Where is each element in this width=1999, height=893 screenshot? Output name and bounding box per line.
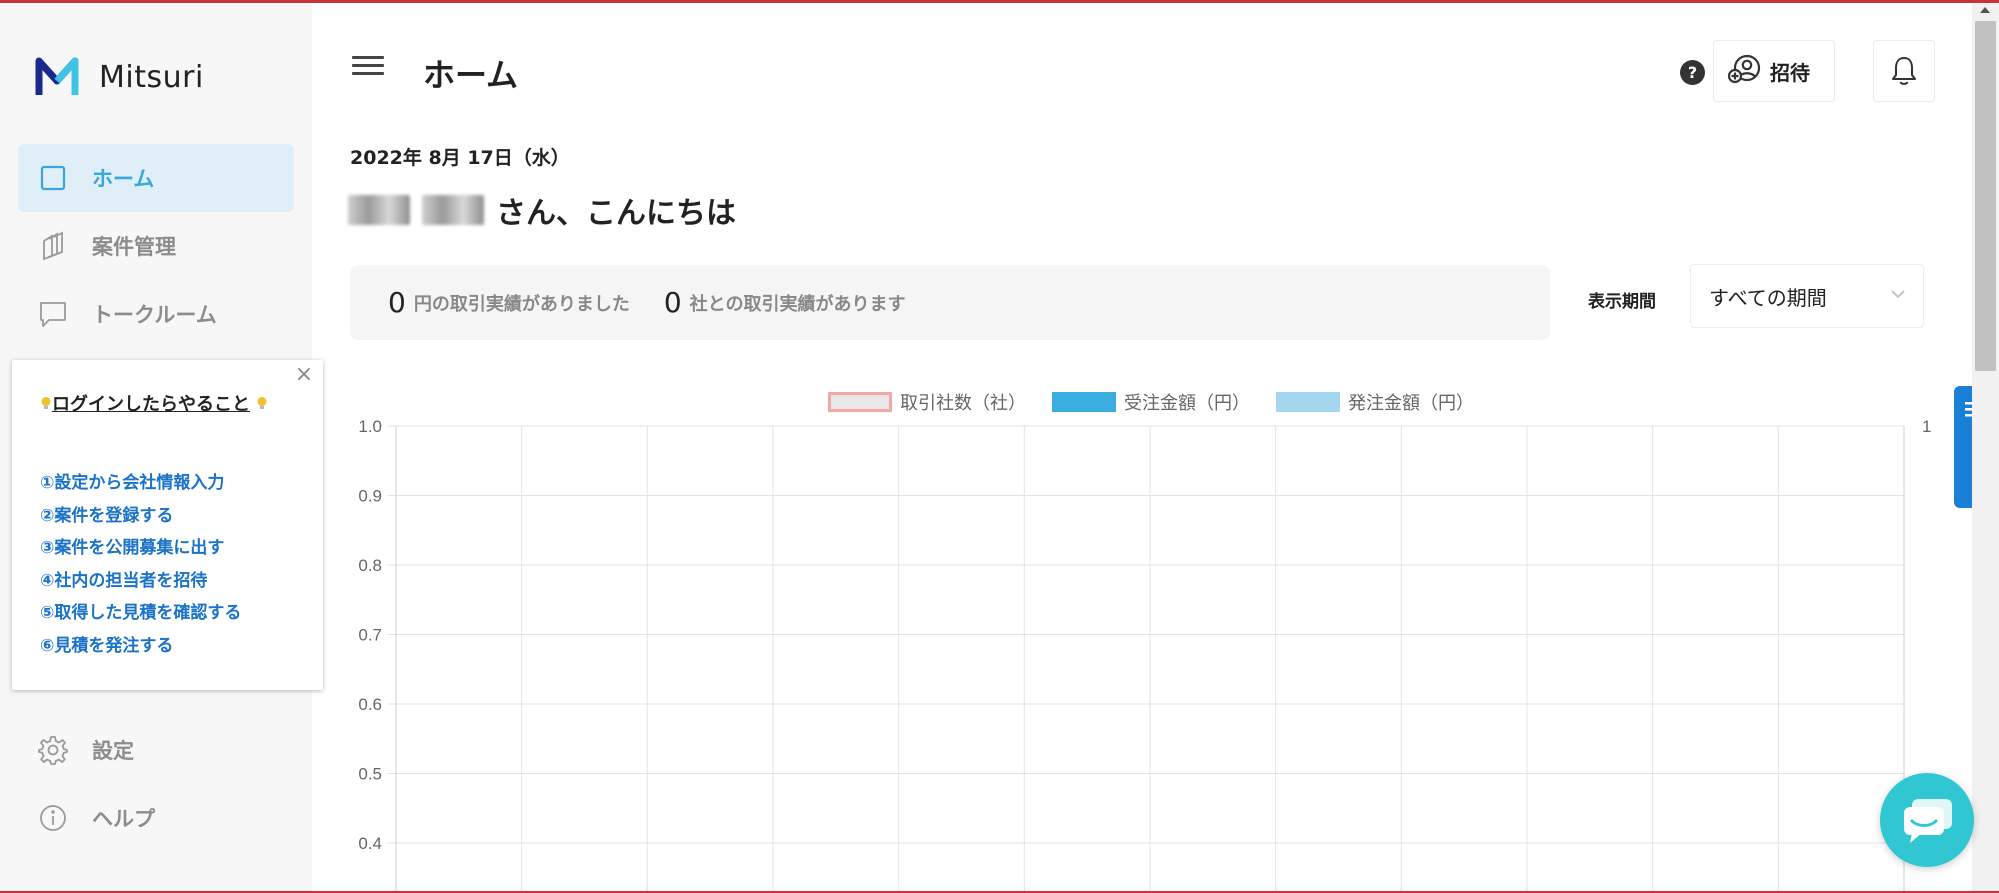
- info-icon: [38, 803, 68, 833]
- notification-bell-button[interactable]: [1873, 40, 1935, 102]
- step-link-order-quote[interactable]: ⑥見積を発注する: [40, 630, 241, 663]
- legend-swatch: [828, 392, 892, 412]
- sidebar-item-label: ホーム: [92, 167, 155, 191]
- sidebar-item-projects[interactable]: 案件管理: [18, 212, 294, 280]
- y-tick-label: 0.6: [358, 695, 382, 714]
- chat-icon: [1904, 799, 1952, 843]
- onboarding-steps: ①設定から会社情報入力 ②案件を登録する ③案件を公開募集に出す ④社内の担当者…: [40, 467, 241, 662]
- layers-icon: [38, 231, 68, 261]
- sidebar-item-label: ヘルプ: [92, 807, 155, 831]
- y-tick-label: 0.9: [358, 487, 382, 506]
- greeting-text: さん、こんにちは: [496, 196, 736, 231]
- step-link-register-project[interactable]: ②案件を登録する: [40, 500, 241, 533]
- app-logo[interactable]: Mitsuri: [35, 55, 204, 99]
- lightbulb-icon: [40, 390, 52, 409]
- support-chat-button[interactable]: [1880, 773, 1974, 867]
- step-link-check-quotes[interactable]: ⑤取得した見積を確認する: [40, 597, 241, 630]
- user-name-redacted: [348, 193, 488, 227]
- home-square-icon: [38, 163, 68, 193]
- vertical-scrollbar[interactable]: [1972, 3, 1999, 891]
- sidebar-item-help[interactable]: ヘルプ: [18, 784, 294, 852]
- period-label: 表示期間: [1588, 292, 1656, 312]
- legend-swatch: [1052, 392, 1116, 412]
- app-name: Mitsuri: [99, 59, 204, 95]
- y-tick-label: 0.5: [358, 765, 382, 784]
- trade-companies-label: 社との取引実績があります: [689, 293, 906, 315]
- trade-chart: 1.0 0.9 0.8 0.7 0.6 0.5 0.4 1: [358, 417, 1931, 891]
- period-select[interactable]: すべての期間: [1690, 264, 1924, 328]
- step-link-company-info[interactable]: ①設定から会社情報入力: [40, 467, 241, 500]
- legend-swatch: [1276, 392, 1340, 412]
- step-link-invite-staff[interactable]: ④社内の担当者を招待: [40, 565, 241, 598]
- mitsuri-logo-icon: [35, 57, 79, 95]
- page-title: ホーム: [423, 56, 519, 94]
- invite-button[interactable]: 招待: [1713, 40, 1835, 102]
- chevron-down-icon: [1891, 290, 1905, 299]
- invite-user-icon: [1727, 54, 1762, 88]
- trade-stats-box: 0 円の取引実績がありました 0 社との取引実績があります: [350, 265, 1550, 340]
- sidebar-item-label: 設定: [92, 739, 134, 763]
- lightbulb-icon: [256, 390, 268, 409]
- sidebar-item-label: トークルーム: [92, 303, 217, 327]
- trade-amount-label: 円の取引実績がありました: [413, 293, 630, 315]
- sidebar-item-settings[interactable]: 設定: [18, 716, 294, 784]
- trade-amount-value: 0: [388, 286, 406, 319]
- trade-companies-value: 0: [663, 286, 682, 319]
- step-link-publish-project[interactable]: ③案件を公開募集に出す: [40, 532, 241, 565]
- y-tick-label: 0.8: [358, 556, 382, 575]
- sidebar-item-label: 案件管理: [92, 235, 176, 259]
- chat-bubble-icon: [38, 299, 68, 329]
- scroll-thumb[interactable]: [1975, 21, 1996, 371]
- period-value: すべての期間: [1709, 285, 1827, 310]
- popup-title: ログインしたらやること: [40, 388, 300, 421]
- scroll-up-arrow-icon[interactable]: [1980, 7, 1990, 13]
- help-question-icon[interactable]: ?: [1680, 60, 1705, 85]
- greeting: さん、こんにちは: [348, 188, 736, 232]
- sidebar-item-talkroom[interactable]: トークルーム: [18, 280, 294, 348]
- bell-icon: [1892, 57, 1916, 85]
- hamburger-menu-icon[interactable]: [352, 56, 384, 80]
- y-right-tick-label: 1: [1922, 417, 1931, 436]
- sidebar-item-home[interactable]: ホーム: [18, 144, 294, 212]
- y-tick-label: 0.4: [358, 834, 382, 853]
- onboarding-popup: × ログインしたらやること ①設定から会社情報入力 ②案件を登録する ③案件を公…: [12, 360, 323, 690]
- y-tick-label: 0.7: [358, 626, 382, 645]
- y-tick-label: 1.0: [358, 417, 382, 436]
- current-date: 2022年 8月 17日（水）: [350, 147, 570, 169]
- invite-label: 招待: [1770, 60, 1810, 85]
- gear-icon: [38, 735, 68, 765]
- close-icon[interactable]: ×: [293, 364, 315, 386]
